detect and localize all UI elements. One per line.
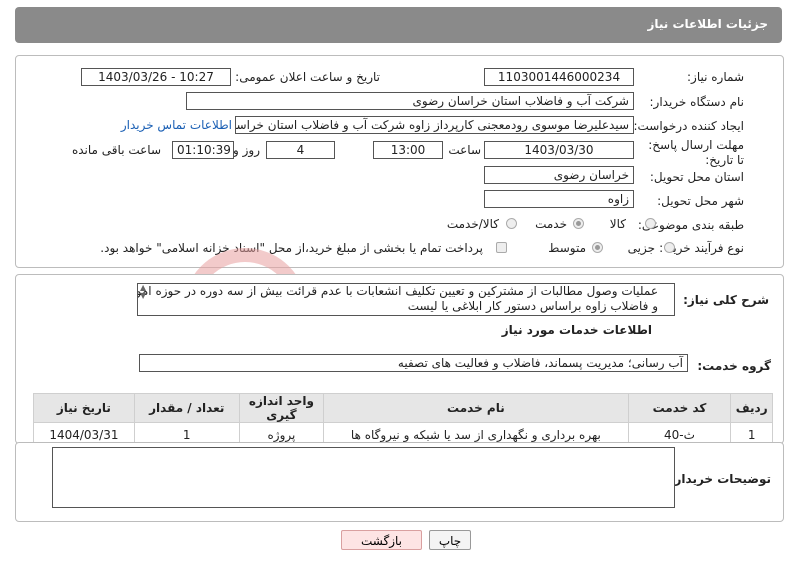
- announce-label: تاریخ و ساعت اعلان عمومی:: [235, 70, 380, 84]
- summary-line-2: و فاضلاب زاوه براساس دستور کار ابلاغی یا…: [407, 299, 658, 313]
- table-header-row: ردیف کد خدمت نام خدمت واحد اندازه گیری ت…: [33, 393, 773, 423]
- remaining-label: ساعت باقی مانده: [71, 143, 161, 157]
- services-table: ردیف کد خدمت نام خدمت واحد اندازه گیری ت…: [33, 393, 773, 448]
- need-number-field: 1103001446000234: [484, 68, 634, 86]
- province-field: خراسان رضوی: [484, 166, 634, 184]
- remaining-time-field: 01:10:39: [172, 141, 234, 159]
- col-service-code: کد خدمت: [627, 393, 732, 423]
- process-radio-medium[interactable]: [592, 242, 603, 253]
- time-label: ساعت: [448, 143, 481, 157]
- process-option-medium: متوسط: [548, 241, 586, 255]
- buyer-org-label: نام دستگاه خریدار:: [649, 95, 745, 109]
- process-radio-minor[interactable]: [664, 242, 675, 253]
- city-field: زاوه: [484, 190, 634, 208]
- creator-field: سیدعلیرضا موسوی رودمعجنی کارپرداز زاوه ش…: [235, 116, 634, 134]
- treasury-payment-checkbox[interactable]: [496, 242, 507, 253]
- services-section-title: اطلاعات خدمات مورد نیاز: [501, 323, 652, 337]
- col-unit: واحد اندازه گیری: [238, 393, 325, 423]
- category-radio-service[interactable]: [573, 218, 584, 229]
- print-button[interactable]: چاپ: [429, 530, 471, 550]
- process-option-minor: جزیی: [627, 241, 655, 255]
- category-radio-goods-service[interactable]: [506, 218, 517, 229]
- payment-note: پرداخت تمام یا بخشی از مبلغ خرید،از محل …: [100, 241, 483, 255]
- summary-label: شرح کلی نیاز:: [683, 293, 769, 307]
- service-group-field: آب رسانی؛ مدیریت پسماند، فاضلاب و فعالیت…: [139, 354, 688, 372]
- col-row: ردیف: [730, 393, 773, 423]
- announce-field: 1403/03/26 - 10:27: [81, 68, 231, 86]
- buyer-notes-label: توضیحات خریدار:: [669, 472, 771, 486]
- deadline-label: مهلت ارسال پاسخ: تا تاریخ:: [648, 138, 744, 167]
- deadline-date-field: 1403/03/30: [484, 141, 634, 159]
- need-number-label: شماره نیاز:: [687, 70, 744, 84]
- province-label: استان محل تحویل:: [649, 170, 744, 184]
- page-header: جزئیات اطلاعات نیاز: [15, 7, 782, 43]
- summary-line-1: عملیات وصول مطالبات از مشترکین و تعیین ت…: [137, 284, 658, 298]
- col-service-name: نام خدمت: [323, 393, 629, 423]
- service-group-label: گروه خدمت:: [697, 359, 771, 373]
- col-need-date: تاریخ نیاز: [33, 393, 135, 423]
- contact-info-link[interactable]: اطلاعات تماس خریدار: [121, 118, 232, 132]
- category-radio-goods[interactable]: [645, 218, 656, 229]
- buyer-notes-textarea[interactable]: [52, 447, 675, 508]
- deadline-time-field: 13:00: [373, 141, 443, 159]
- creator-label: ایجاد کننده درخواست:: [633, 119, 744, 133]
- category-option-service: خدمت: [535, 217, 567, 231]
- scroll-arrows-icon[interactable]: ▲ ▼: [140, 284, 146, 300]
- days-field: 4: [266, 141, 335, 159]
- summary-textarea[interactable]: عملیات وصول مطالبات از مشترکین و تعیین ت…: [137, 283, 675, 316]
- category-option-goods: کالا: [609, 217, 626, 231]
- days-label: روز و: [233, 143, 260, 157]
- col-quantity: تعداد / مقدار: [133, 393, 240, 423]
- city-label: شهر محل تحویل:: [657, 194, 744, 208]
- buyer-org-field: شرکت آب و فاضلاب استان خراسان رضوی: [186, 92, 634, 110]
- category-option-goods-service: کالا/خدمت: [446, 217, 499, 231]
- page-title: جزئیات اطلاعات نیاز: [647, 17, 768, 31]
- back-button[interactable]: بازگشت: [341, 530, 422, 550]
